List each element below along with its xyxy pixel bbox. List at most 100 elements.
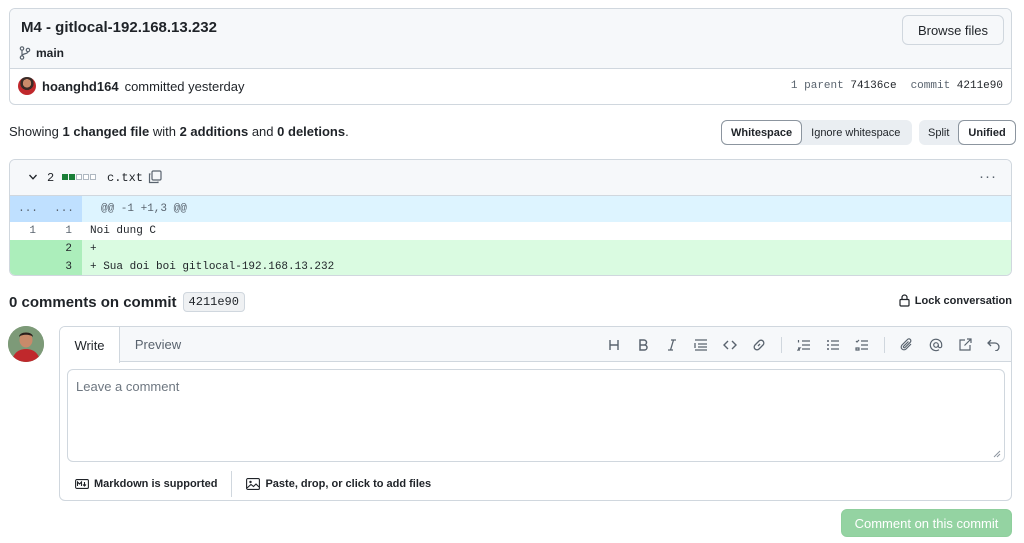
line-code: + — [90, 243, 97, 255]
branch-indicator[interactable]: main — [19, 46, 64, 60]
split-view-option[interactable]: Split — [919, 120, 958, 145]
editor-footer: Markdown is supported Paste, drop, or cl… — [60, 468, 1011, 500]
unified-view-option[interactable]: Unified — [958, 120, 1016, 145]
summary-deletions: 0 deletions — [277, 124, 346, 139]
image-icon — [246, 478, 261, 490]
markdown-icon — [75, 479, 89, 489]
git-branch-icon — [19, 46, 31, 60]
editor-header: Write Preview — [60, 327, 1011, 363]
old-line-number[interactable]: 1 — [10, 222, 46, 240]
attach-icon[interactable] — [898, 336, 916, 354]
diffstat-neutral-block — [76, 174, 82, 180]
diff-change-count: 2 — [47, 171, 55, 185]
bold-icon[interactable] — [634, 336, 652, 354]
branch-name[interactable]: main — [36, 46, 64, 60]
comment-editor: Write Preview Leave a comment Markdown i… — [59, 326, 1012, 501]
line-code: Noi dung C — [90, 225, 157, 237]
browse-files-button[interactable]: Browse files — [902, 15, 1004, 45]
user-photo — [8, 326, 44, 362]
file-diff: 2 c.txt ··· ... ... @@ -1 +1,3 @@ 1 1 No… — [9, 159, 1012, 276]
avatar[interactable] — [8, 326, 44, 362]
new-line-number[interactable]: 3 — [46, 258, 82, 275]
footer-divider — [231, 471, 233, 497]
add-files-label: Paste, drop, or click to add files — [265, 478, 432, 490]
formatting-toolbar — [605, 336, 1003, 354]
copy-icon[interactable] — [148, 170, 162, 184]
diffstat-neutral-block — [90, 174, 96, 180]
file-name[interactable]: c.txt — [107, 171, 143, 185]
toolbar-divider — [781, 337, 782, 353]
task-list-icon[interactable] — [853, 336, 871, 354]
tab-write[interactable]: Write — [60, 327, 120, 363]
diff-line: 3 + Sua doi boi gitlocal-192.168.13.232 — [10, 258, 1011, 275]
new-line-number[interactable]: 2 — [46, 240, 82, 258]
comments-count-title: 0 comments on commit — [9, 293, 177, 311]
comment-textarea[interactable]: Leave a comment — [67, 369, 1005, 462]
ignore-whitespace-option[interactable]: Ignore whitespace — [802, 120, 909, 145]
summary-changed: 1 changed file — [62, 124, 150, 139]
chevron-down-icon[interactable] — [28, 172, 38, 182]
parent-label: 1 parent — [790, 80, 844, 92]
comments-heading: 0 comments on commit 4211e90 — [9, 292, 245, 312]
link-icon[interactable] — [750, 336, 768, 354]
unordered-list-icon[interactable] — [824, 336, 842, 354]
summary-additions: 2 additions — [179, 124, 249, 139]
commit-author: hoanghd164 committed yesterday — [18, 77, 245, 95]
summary-showing: Showing — [9, 124, 59, 139]
markdown-label: Markdown is supported — [94, 478, 218, 490]
summary-with: with — [152, 124, 176, 139]
hunk-header: @@ -1 +1,3 @@ — [101, 203, 187, 215]
commit-sha-info: 1 parent 74136ce commit 4211e90 — [791, 80, 1003, 92]
commit-label: commit — [910, 80, 951, 92]
summary-period: . — [345, 124, 349, 139]
old-line-number — [10, 240, 46, 258]
commit-header: M4 - gitlocal-192.168.13.232 main Browse… — [9, 8, 1012, 105]
commit-header-top: M4 - gitlocal-192.168.13.232 main Browse… — [10, 9, 1011, 69]
reference-icon[interactable] — [956, 336, 974, 354]
summary-and: and — [251, 124, 274, 139]
committed-time: committed yesterday — [124, 78, 245, 94]
commit-title: M4 - gitlocal-192.168.13.232 — [21, 19, 217, 36]
author-link[interactable]: hoanghd164 — [42, 79, 119, 94]
diffstat-add-block — [62, 174, 68, 180]
hunk-expand-right[interactable]: ... — [46, 196, 82, 222]
mention-icon[interactable] — [927, 336, 945, 354]
line-code: + Sua doi boi gitlocal-192.168.13.232 — [90, 261, 335, 273]
quote-icon[interactable] — [692, 336, 710, 354]
ordered-list-icon[interactable] — [795, 336, 813, 354]
commit-meta-row: hoanghd164 committed yesterday 1 parent … — [10, 69, 1011, 104]
file-diff-header: 2 c.txt ··· — [10, 160, 1011, 196]
code-icon[interactable] — [721, 336, 739, 354]
resize-handle-icon[interactable] — [993, 450, 1001, 458]
whitespace-option[interactable]: Whitespace — [721, 120, 803, 145]
parent-sha-link[interactable]: 74136ce — [850, 80, 896, 92]
comment-on-commit-button[interactable]: Comment on this commit — [841, 509, 1012, 537]
avatar[interactable] — [18, 77, 36, 95]
lock-icon — [899, 294, 910, 307]
comment-placeholder: Leave a comment — [76, 379, 180, 394]
diffstat-bars — [62, 174, 96, 180]
new-line-number[interactable]: 1 — [46, 222, 82, 240]
heading-icon[interactable] — [605, 336, 623, 354]
hunk-header-row: ... ... @@ -1 +1,3 @@ — [10, 196, 1011, 222]
diff-line: 1 1 Noi dung C — [10, 222, 1011, 240]
diff-summary: Showing 1 changed file with 2 additions … — [9, 124, 349, 139]
diff-line: 2 + — [10, 240, 1011, 258]
commit-sha: 4211e90 — [956, 80, 1003, 92]
commit-sha-chip: 4211e90 — [182, 292, 245, 312]
lock-conversation-button[interactable]: Lock conversation — [899, 294, 1012, 307]
markdown-supported-link[interactable]: Markdown is supported — [75, 478, 217, 490]
undo-icon[interactable] — [985, 336, 1003, 354]
tab-preview[interactable]: Preview — [126, 327, 190, 362]
lock-conversation-label: Lock conversation — [914, 294, 1012, 307]
add-files-button[interactable]: Paste, drop, or click to add files — [246, 478, 431, 490]
hunk-expand-left[interactable]: ... — [10, 196, 46, 222]
diffstat-neutral-block — [83, 174, 89, 180]
old-line-number — [10, 258, 46, 275]
whitespace-toggle: Whitespace Ignore whitespace — [721, 120, 912, 145]
italic-icon[interactable] — [663, 336, 681, 354]
kebab-menu-icon[interactable]: ··· — [979, 168, 997, 185]
toolbar-divider — [884, 337, 885, 353]
diffstat-add-block — [69, 174, 75, 180]
diff-view-toggle: Split Unified — [919, 120, 1016, 145]
